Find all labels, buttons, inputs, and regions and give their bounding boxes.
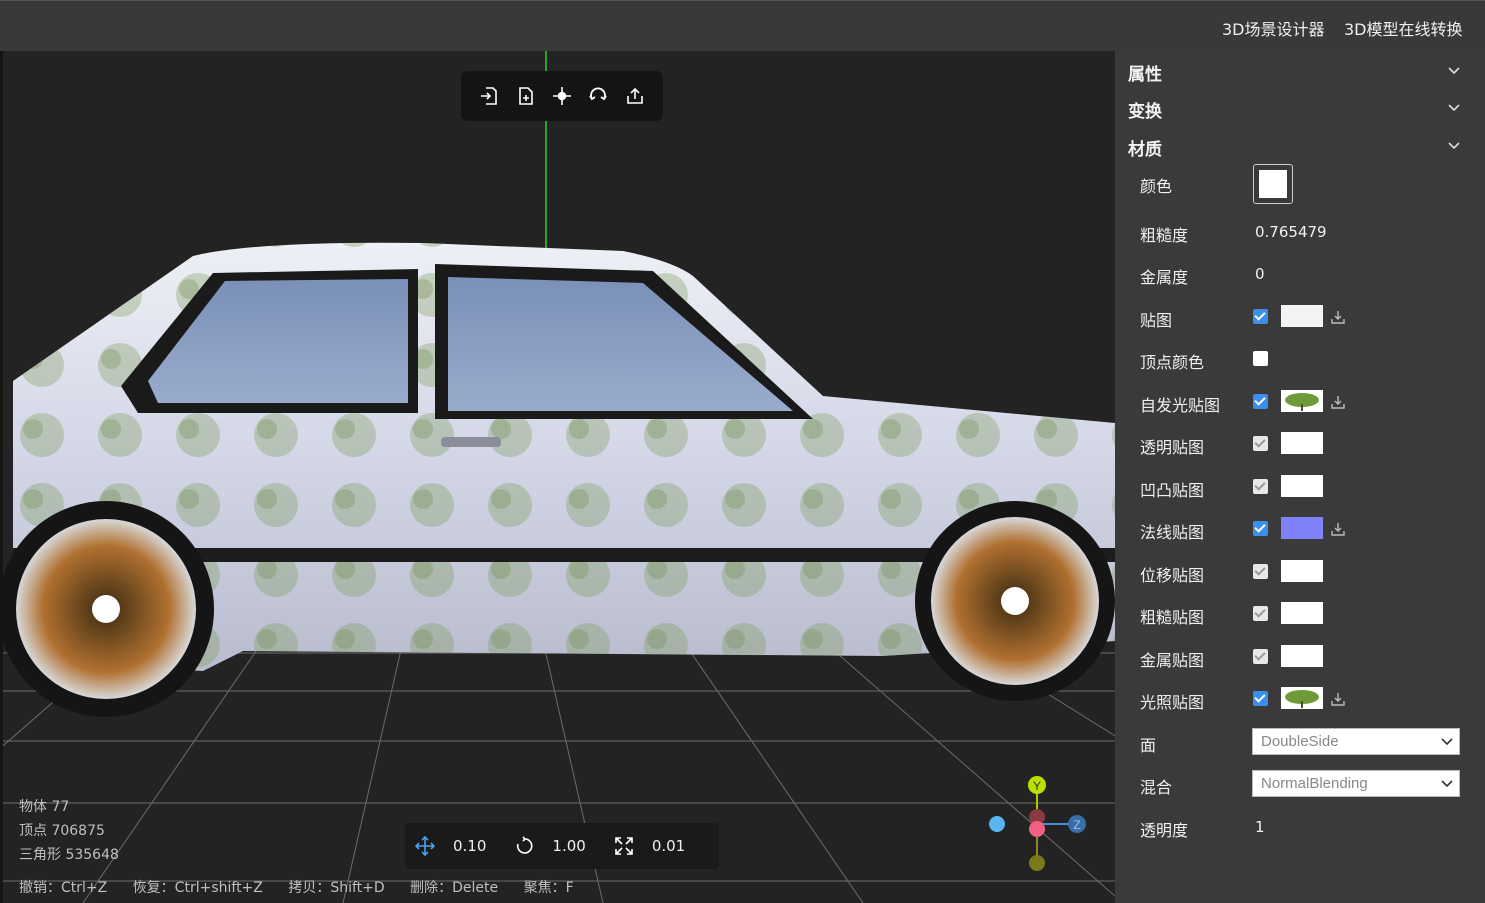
translate-snap-value[interactable]: 0.10 — [453, 837, 486, 855]
download-icon[interactable] — [1330, 691, 1346, 707]
rotate-snap-value[interactable]: 1.00 — [552, 837, 585, 855]
rotate-icon — [517, 836, 533, 854]
emissive-map-label: 自发光贴图 — [1140, 396, 1221, 415]
undo-hint: 撤销：Ctrl+Z — [19, 880, 108, 896]
roughness-map-swatch[interactable] — [1281, 602, 1323, 624]
roughness-value[interactable]: 0.765479 — [1255, 223, 1327, 241]
normal-map-swatch[interactable] — [1281, 517, 1323, 539]
redo-hint: 恢复：Ctrl+shift+Z — [132, 880, 263, 896]
scale-icon — [615, 837, 633, 855]
download-icon[interactable] — [1330, 521, 1346, 537]
metalness-map-swatch[interactable] — [1281, 645, 1323, 667]
scale-snap-value[interactable]: 0.01 — [652, 837, 685, 855]
roughness-map-label: 粗糙贴图 — [1140, 608, 1205, 627]
model-convert-link[interactable]: 3D模型在线转换 — [1344, 16, 1463, 40]
opacity-label: 透明度 — [1140, 821, 1189, 840]
metalness-map-checkbox[interactable] — [1253, 649, 1268, 664]
tree-thumbnail — [1285, 690, 1319, 708]
scene-stats: 物体 77 顶点 706875 三角形 535648 — [19, 795, 119, 867]
move-icon — [415, 836, 435, 856]
section-properties[interactable]: 属性 — [1128, 60, 1162, 85]
displacement-map-label: 位移贴图 — [1140, 566, 1205, 585]
object-count: 物体 77 — [19, 799, 70, 815]
displacement-map-swatch[interactable] — [1281, 560, 1323, 582]
emissive-map-swatch[interactable] — [1281, 390, 1323, 412]
focus-hint: 聚焦：F — [523, 880, 574, 896]
roughness-label: 粗糙度 — [1140, 226, 1189, 245]
properties-panel: 属性 变换 材质 颜色 粗糙度 0.765479 金属度 0 贴图 顶点颜色 自… — [1115, 51, 1485, 903]
displacement-map-checkbox[interactable] — [1253, 564, 1268, 579]
vertex-colors-label: 顶点颜色 — [1140, 353, 1205, 372]
alpha-map-label: 透明贴图 — [1140, 438, 1205, 457]
chevron-down-icon — [1441, 780, 1453, 788]
triangle-count: 三角形 535648 — [19, 847, 119, 863]
axis-gizmo[interactable]: Y Z — [983, 769, 1093, 879]
color-picker[interactable] — [1253, 164, 1293, 204]
metalness-map-label: 金属贴图 — [1140, 651, 1205, 670]
export-file-icon[interactable] — [512, 82, 540, 110]
tree-thumbnail — [1285, 393, 1319, 411]
scene-designer-link[interactable]: 3D场景设计器 — [1222, 16, 1325, 40]
normal-map-checkbox[interactable] — [1253, 521, 1268, 536]
snap-bar: 0.10 1.00 0.01 — [405, 823, 719, 869]
map-label: 贴图 — [1140, 311, 1173, 330]
alpha-map-swatch[interactable] — [1281, 432, 1323, 454]
light-map-swatch[interactable] — [1281, 687, 1323, 709]
color-label: 颜色 — [1140, 177, 1173, 196]
map-texture-swatch[interactable] — [1281, 305, 1323, 327]
emissive-map-checkbox[interactable] — [1253, 394, 1268, 409]
gizmo-y-label: Y — [1033, 779, 1041, 793]
copy-hint: 拷贝：Shift+D — [288, 880, 385, 896]
side-select[interactable]: DoubleSide — [1252, 728, 1460, 755]
top-bar: 3D场景设计器 3D模型在线转换 — [0, 0, 1485, 51]
download-icon[interactable] — [1330, 394, 1346, 410]
light-map-checkbox[interactable] — [1253, 691, 1268, 706]
import-icon[interactable] — [475, 82, 503, 110]
side-select-value: DoubleSide — [1261, 733, 1339, 750]
blending-label: 混合 — [1140, 778, 1173, 797]
roughness-map-checkbox[interactable] — [1253, 606, 1268, 621]
normal-map-label: 法线贴图 — [1140, 523, 1205, 542]
vertex-colors-checkbox[interactable] — [1253, 351, 1268, 366]
blending-select-value: NormalBlending — [1261, 775, 1368, 792]
translate-snap[interactable]: 0.10 — [415, 836, 486, 856]
chevron-down-icon[interactable] — [1447, 138, 1461, 152]
bump-map-swatch[interactable] — [1281, 475, 1323, 497]
delete-hint: 删除：Delete — [410, 880, 499, 896]
bump-map-label: 凹凸贴图 — [1140, 481, 1205, 500]
scale-snap[interactable]: 0.01 — [614, 836, 685, 856]
gizmo-z-label: Z — [1073, 818, 1080, 832]
chevron-down-icon[interactable] — [1447, 100, 1461, 114]
reset-rotate-icon[interactable] — [584, 82, 612, 110]
metalness-value[interactable]: 0 — [1255, 265, 1265, 283]
scene-render — [3, 51, 1115, 903]
share-upload-icon[interactable] — [621, 82, 649, 110]
section-material[interactable]: 材质 — [1128, 135, 1162, 160]
shortcut-hints: 撤销：Ctrl+Z 恢复：Ctrl+shift+Z 拷贝：Shift+D 删除：… — [19, 877, 595, 897]
focus-center-icon[interactable] — [548, 82, 576, 110]
rotate-snap[interactable]: 1.00 — [514, 836, 586, 856]
alpha-map-checkbox[interactable] — [1253, 436, 1268, 451]
chevron-down-icon[interactable] — [1447, 63, 1461, 77]
opacity-value[interactable]: 1 — [1255, 818, 1265, 836]
metalness-label: 金属度 — [1140, 268, 1189, 287]
vertex-count: 顶点 706875 — [19, 823, 105, 839]
color-swatch — [1259, 170, 1287, 198]
blending-select[interactable]: NormalBlending — [1252, 770, 1460, 797]
section-transform[interactable]: 变换 — [1128, 97, 1162, 122]
bump-map-checkbox[interactable] — [1253, 479, 1268, 494]
viewport-toolbar — [461, 71, 663, 121]
light-map-label: 光照贴图 — [1140, 693, 1205, 712]
chevron-down-icon — [1441, 738, 1453, 746]
3d-viewport[interactable]: 物体 77 顶点 706875 三角形 535648 0.10 1.00 0.0… — [0, 51, 1115, 903]
side-label: 面 — [1140, 736, 1157, 755]
download-icon[interactable] — [1330, 309, 1346, 325]
map-checkbox[interactable] — [1253, 309, 1268, 324]
